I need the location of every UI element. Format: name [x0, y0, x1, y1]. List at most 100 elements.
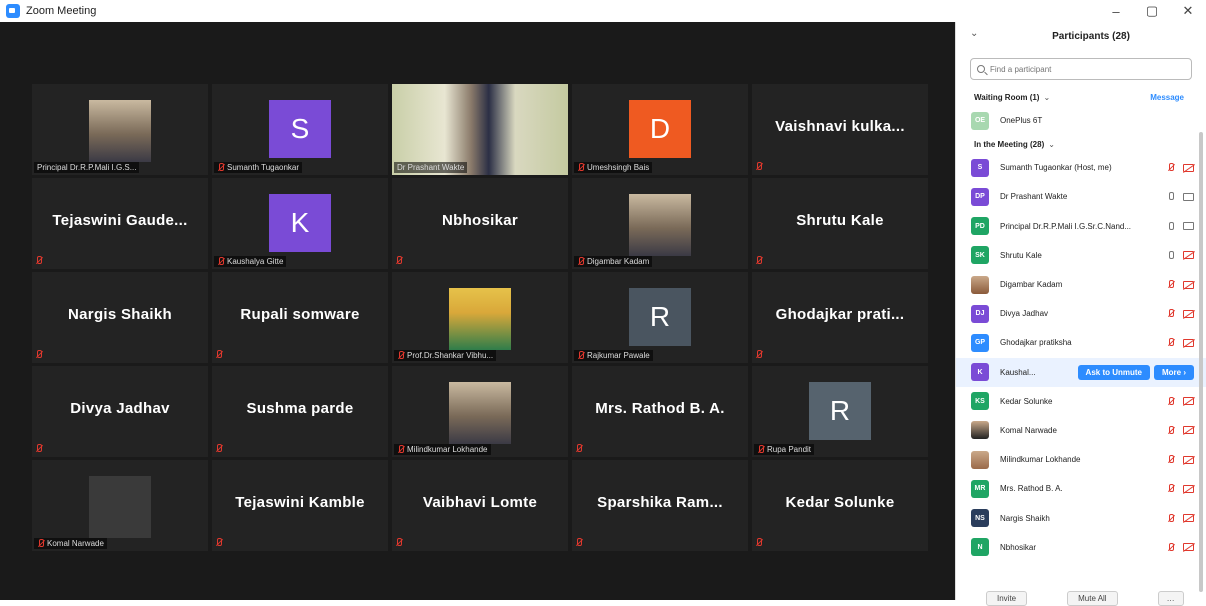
video-tile[interactable]: Mrs. Rathod B. A.: [572, 366, 748, 457]
close-button[interactable]: ✕: [1170, 0, 1206, 22]
participant-status-icons: [1167, 338, 1194, 347]
avatar: DP: [971, 187, 989, 206]
video-tile[interactable]: Komal Narwade: [32, 460, 208, 551]
participant-status-icons: [1167, 425, 1194, 435]
participant-row[interactable]: PD Principal Dr.R.P.Mali I.G.Sr.C.Nand...: [956, 212, 1206, 241]
video-tile[interactable]: Tejaswini Kamble: [212, 460, 388, 551]
participant-name: Sparshika Ram...: [597, 494, 723, 511]
tile-name-label: Dr Prashant Wakte: [394, 162, 468, 173]
video-off-icon: [1183, 543, 1194, 552]
video-tile[interactable]: Nbhosikar: [392, 178, 568, 269]
participant-row[interactable]: S Sumanth Tugaonkar (Host, me): [956, 153, 1206, 182]
video-tile[interactable]: Kedar Solunke: [752, 460, 928, 551]
participant-row[interactable]: K Kaushal... Ask to Unmute More ›: [956, 357, 1206, 387]
participant-row[interactable]: DJ Divya Jadhav: [956, 299, 1206, 328]
maximize-button[interactable]: ▢: [1134, 0, 1170, 22]
participant-row[interactable]: MR Mrs. Rathod B. A.: [956, 474, 1206, 503]
participant-row[interactable]: Milindkumar Lokhande: [956, 445, 1206, 474]
search-input[interactable]: [990, 64, 1170, 74]
video-tile[interactable]: Sparshika Ram...: [572, 460, 748, 551]
participant-name: Tejaswini Gaude...: [52, 212, 188, 229]
participant-row[interactable]: DP Dr Prashant Wakte: [956, 182, 1206, 211]
participant-status-icons: [1167, 396, 1194, 406]
participant-status-icons: [1167, 309, 1194, 318]
invite-button[interactable]: Invite: [986, 591, 1028, 606]
video-tile[interactable]: D Umeshsingh Bais: [572, 84, 748, 175]
video-tile[interactable]: Prof.Dr.Shankar Vibhu...: [392, 272, 568, 363]
more-options-button[interactable]: …: [1157, 591, 1184, 606]
mic-muted-icon: [757, 445, 765, 454]
video-tile[interactable]: Tejaswini Gaude...: [32, 178, 208, 269]
participant-name: Nargis Shaikh: [68, 306, 172, 323]
waiting-participant-row[interactable]: OE OnePlus 6T: [956, 106, 1206, 135]
video-off-icon: [1183, 163, 1194, 172]
chevron-down-icon: ⌄: [1048, 139, 1055, 149]
mute-all-button[interactable]: Mute All: [1067, 591, 1118, 606]
participant-video: [89, 476, 151, 538]
video-off-icon: [1183, 280, 1194, 289]
video-tile[interactable]: Vaibhavi Lomte: [392, 460, 568, 551]
scrollbar[interactable]: [1199, 132, 1203, 592]
tile-name: Digambar Kadam: [587, 257, 650, 266]
participant-row[interactable]: GP Ghodajkar pratiksha: [956, 328, 1206, 357]
participant-row[interactable]: KS Kedar Solunke: [956, 387, 1206, 416]
video-off-icon: [1183, 484, 1194, 493]
collapse-panel-chevron-icon[interactable]: ⌄: [970, 28, 978, 39]
ask-to-unmute-button[interactable]: Ask to Unmute: [1077, 364, 1150, 380]
participants-panel: ⌄ Participants (28) Waiting Room (1)⌄ Me…: [955, 22, 1206, 606]
message-button[interactable]: Message: [1150, 93, 1184, 102]
waiting-room-header[interactable]: Waiting Room (1) ⌄ Message: [956, 88, 1206, 106]
mic-muted-icon: [1167, 280, 1175, 289]
tile-name: Rajkumar Pawale: [587, 351, 650, 360]
more-button[interactable]: More ›: [1154, 364, 1194, 380]
participant-video: [449, 288, 511, 350]
video-tile[interactable]: Vaishnavi kulka...: [752, 84, 928, 175]
participant-name: Nargis Shaikh: [1000, 513, 1050, 523]
video-tile[interactable]: R Rupa Pandit: [752, 366, 928, 457]
video-icon: [1183, 222, 1194, 231]
video-tile[interactable]: Principal Dr.R.P.Mali I.G.S...: [32, 84, 208, 175]
video-tile[interactable]: Milindkumar Lokhande: [392, 366, 568, 457]
participant-status-icons: [1167, 513, 1194, 523]
participant-name: Milindkumar Lokhande: [1000, 455, 1081, 465]
tile-name: Komal Narwade: [47, 539, 104, 548]
participant-search[interactable]: [970, 58, 1192, 80]
video-tile[interactable]: R Rajkumar Pawale: [572, 272, 748, 363]
mic-muted-icon: [1167, 338, 1175, 347]
mic-muted-icon: [397, 445, 405, 454]
video-tile[interactable]: Rupali somware: [212, 272, 388, 363]
video-gallery: Principal Dr.R.P.Mali I.G.S... S Sumanth T…: [0, 22, 955, 600]
video-tile[interactable]: Dr Prashant Wakte: [392, 84, 568, 175]
participant-row[interactable]: N Nbhosikar: [956, 533, 1206, 562]
participant-name: Divya Jadhav: [1000, 309, 1049, 319]
avatar: D: [629, 100, 691, 158]
participant-row[interactable]: SK Shrutu Kale: [956, 241, 1206, 270]
avatar: GP: [971, 333, 989, 352]
video-tile[interactable]: Divya Jadhav: [32, 366, 208, 457]
mic-muted-icon: [217, 163, 225, 172]
mic-icon: [1167, 250, 1175, 260]
in-meeting-header[interactable]: In the Meeting (28) ⌄: [956, 135, 1206, 153]
participant-row[interactable]: Komal Narwade: [956, 416, 1206, 445]
tile-name-label: Kaushalya Gitte: [214, 256, 287, 267]
video-tile[interactable]: K Kaushalya Gitte: [212, 178, 388, 269]
participant-row[interactable]: NS Nargis Shaikh: [956, 503, 1206, 532]
participant-name: Tejaswini Kamble: [235, 494, 365, 511]
mic-muted-icon: [35, 256, 43, 265]
video-tile[interactable]: Nargis Shaikh: [32, 272, 208, 363]
mic-muted-icon: [755, 256, 763, 265]
participant-video: [629, 194, 691, 256]
video-tile[interactable]: S Sumanth Tugaonkar: [212, 84, 388, 175]
video-tile[interactable]: Shrutu Kale: [752, 178, 928, 269]
mic-icon: [1167, 192, 1175, 201]
mic-muted-icon: [1167, 163, 1175, 172]
participant-name: Nbhosikar: [441, 212, 519, 229]
video-tile[interactable]: Ghodajkar prati...: [752, 272, 928, 363]
minimize-button[interactable]: –: [1098, 0, 1134, 22]
participant-row[interactable]: Digambar Kadam: [956, 270, 1206, 299]
participant-name: Kedar Solunke: [785, 494, 895, 511]
participant-name: Vaishnavi kulka...: [775, 118, 905, 135]
video-tile[interactable]: Digambar Kadam: [572, 178, 748, 269]
video-tile[interactable]: Sushma parde: [212, 366, 388, 457]
video-off-icon: [1183, 309, 1194, 318]
